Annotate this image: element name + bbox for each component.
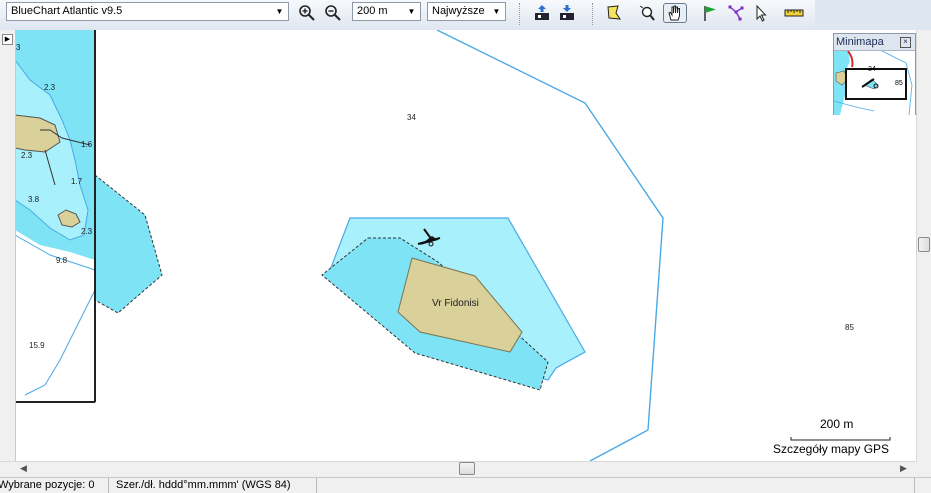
zoom-in-button[interactable] <box>297 3 317 23</box>
scale-bar <box>790 437 891 441</box>
detail-level-select[interactable]: Najwyższe ▼ <box>427 2 506 21</box>
horizontal-scrollbar[interactable]: ◀ ▶ <box>0 461 916 477</box>
zoom-out-icon <box>325 5 341 21</box>
depth-sounding: 3.8 <box>28 195 40 204</box>
scale-select[interactable]: 200 m ▼ <box>352 2 421 21</box>
select-map-tool-button[interactable] <box>604 3 624 23</box>
depth-sounding: 3 <box>16 43 21 52</box>
scale-bar-label: 200 m <box>820 417 854 431</box>
hand-icon <box>668 5 680 21</box>
download-device-icon <box>560 5 574 20</box>
minimap-depth: 34 <box>868 66 876 73</box>
depth-sounding: 2.3 <box>44 83 56 92</box>
depth-sounding: 34 <box>407 113 416 122</box>
select-tool-button[interactable] <box>751 3 771 23</box>
flag-icon <box>704 6 716 21</box>
close-icon[interactable]: × <box>900 37 911 48</box>
minimap-title: Minimapa <box>836 36 884 48</box>
scale-value: 200 m <box>357 5 388 17</box>
depth-sounding: 2.3 <box>81 227 93 236</box>
send-to-device-button[interactable] <box>532 3 552 23</box>
route-tool-button[interactable] <box>726 3 746 23</box>
status-bar: Wybrane pozycje: 0 Szer./dł. hddd°mm.mmm… <box>0 477 931 493</box>
depth-sounding: 1.7 <box>71 177 83 186</box>
route-icon <box>728 5 744 21</box>
chevron-down-icon: ▼ <box>492 7 501 16</box>
minimap-depth: 85 <box>895 80 903 87</box>
depth-sounding: 1.6 <box>81 140 93 149</box>
status-divider <box>108 478 109 493</box>
depth-sounding: 85 <box>845 323 854 332</box>
horizontal-scroll-thumb[interactable] <box>459 462 475 475</box>
chart-map-canvas[interactable]: 3 2.3 1.6 2.3 1.7 3.8 2.3 9.8 15.9 34 85… <box>0 30 916 461</box>
upload-device-icon <box>535 5 549 20</box>
vertical-scrollbar[interactable] <box>916 30 931 461</box>
map-product-select[interactable]: BlueChart Atlantic v9.5 ▼ <box>6 2 289 21</box>
scrollbar-corner <box>916 461 931 477</box>
status-divider <box>914 478 915 493</box>
zoom-out-button[interactable] <box>323 3 343 23</box>
status-coordinate-format: Szer./dł. hddd°mm.mmm' (WGS 84) <box>116 479 291 491</box>
toolbar-empty-area <box>815 0 931 30</box>
detail-level-value: Najwyższe <box>432 5 485 17</box>
magnifier-icon <box>639 5 655 21</box>
expand-panel-arrow-icon[interactable]: ▶ <box>2 34 13 45</box>
toolbar-separator <box>519 3 522 25</box>
zoom-tool-button[interactable] <box>637 3 657 23</box>
measure-tool-button[interactable] <box>784 3 804 23</box>
ruler-icon <box>784 9 804 17</box>
scroll-right-arrow-icon[interactable]: ▶ <box>900 463 907 474</box>
vertical-scroll-thumb[interactable] <box>918 237 930 252</box>
status-divider <box>316 478 317 493</box>
toolbar: BlueChart Atlantic v9.5 ▼ 200 m ▼ Najwyż… <box>0 0 931 31</box>
cursor-arrow-icon <box>756 4 767 22</box>
minimap-panel[interactable]: Minimapa × 34 85 <box>833 33 916 115</box>
scroll-left-arrow-icon[interactable]: ◀ <box>20 463 27 474</box>
minimap-header: Minimapa × <box>834 34 915 51</box>
chevron-down-icon: ▼ <box>275 7 284 16</box>
map-detail-caption: Szczegóły mapy GPS <box>773 442 890 456</box>
pan-tool-button[interactable] <box>663 3 687 23</box>
chevron-down-icon: ▼ <box>407 7 416 16</box>
map-select-icon <box>607 5 621 20</box>
nautical-chart <box>14 30 891 461</box>
toolbar-separator <box>592 3 595 25</box>
depth-sounding: 9.8 <box>56 256 68 265</box>
island-label: Vr Fidonisi <box>432 298 479 309</box>
zoom-in-icon <box>299 5 315 21</box>
map-product-value: BlueChart Atlantic v9.5 <box>11 5 123 17</box>
left-panel-strip: ▶ <box>0 30 16 461</box>
depth-sounding: 2.3 <box>21 151 33 160</box>
depth-sounding: 15.9 <box>29 341 45 350</box>
status-selected-count: Wybrane pozycje: 0 <box>0 479 95 491</box>
receive-from-device-button[interactable] <box>557 3 577 23</box>
waypoint-tool-button[interactable] <box>700 3 720 23</box>
